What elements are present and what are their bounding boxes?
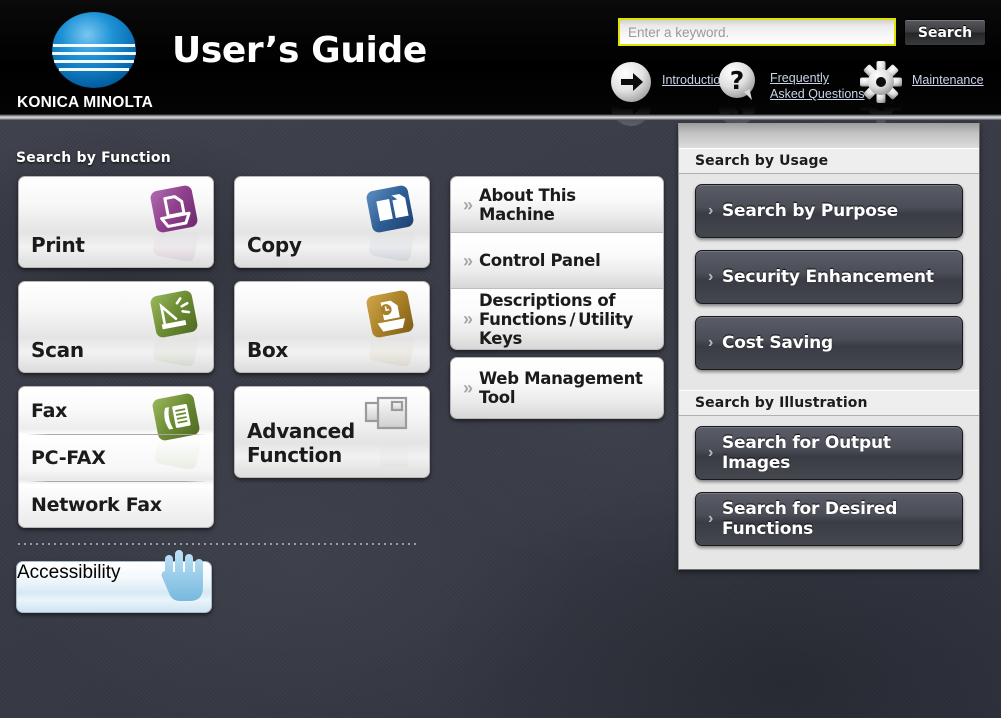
nav-maintenance-label[interactable]: Maintenance <box>912 72 984 88</box>
function-card-copy[interactable]: Copy <box>234 176 430 268</box>
fax-row-fax-label: Fax <box>31 399 68 422</box>
fax-row-pc-fax[interactable]: PC-FAX <box>19 434 215 481</box>
search-by-function-label: Search by Function <box>16 150 171 166</box>
search-input[interactable] <box>618 18 896 46</box>
menu-item-control-panel-label: Control Panel <box>479 251 601 270</box>
nav-faq[interactable]: ? ? Frequently Asked Questions <box>716 60 866 126</box>
function-card-scan[interactable]: Scan <box>18 281 214 373</box>
chevron-right-icon: › <box>708 268 714 285</box>
function-card-scan-label: Scan <box>31 338 84 362</box>
search-by-illustration-group: › Search for Output Images › Search for … <box>679 416 979 566</box>
icon-reflection <box>363 327 419 367</box>
header-divider <box>0 114 1001 120</box>
users-guide-page: KONICA MINOLTA User’s Guide Search <box>0 0 1001 718</box>
copy-document-icon <box>361 183 421 262</box>
menu-item-web-management-tool[interactable]: » Web Management Tool <box>451 358 663 418</box>
menu-item-about-this-machine-label: About This Machine <box>479 185 576 224</box>
page-title: User’s Guide <box>172 30 427 71</box>
section-divider-dotted <box>16 543 416 545</box>
double-chevron-right-icon: » <box>463 378 474 398</box>
printer-icon <box>145 183 205 262</box>
function-card-fax-group: Fax PC-FAX Network Fax <box>18 386 214 528</box>
chevron-right-icon: › <box>708 444 714 461</box>
double-chevron-right-icon: » <box>463 250 474 271</box>
fax-row-pc-fax-label: PC-FAX <box>31 446 106 469</box>
menu-item-control-panel[interactable]: » Control Panel <box>451 233 663 289</box>
nav-maintenance[interactable]: Maintenance <box>858 60 984 127</box>
function-card-box-label: Box <box>247 338 288 362</box>
page-header: KONICA MINOLTA User’s Guide Search <box>0 0 1001 127</box>
search-by-usage-group: › Search by Purpose › Security Enhanceme… <box>679 174 979 390</box>
sidebar-button-search-for-output-images-label: Search for Output Images <box>722 433 891 473</box>
center-menu-group: » About This Machine » Control Panel » D… <box>450 176 664 350</box>
konica-minolta-globe-logo <box>46 11 142 92</box>
menu-item-about-this-machine[interactable]: » About This Machine <box>451 177 663 233</box>
sidebar-button-search-by-purpose-label: Search by Purpose <box>722 201 898 221</box>
icon-reflection <box>363 222 419 262</box>
sidebar-button-search-by-purpose[interactable]: › Search by Purpose <box>695 184 963 238</box>
search-by-illustration-heading: Search by Illustration <box>679 390 979 416</box>
hand-pointer-icon <box>147 548 205 619</box>
search-button[interactable]: Search <box>904 19 986 46</box>
brand-wordmark: KONICA MINOLTA <box>17 94 153 111</box>
chevron-right-icon: › <box>708 202 714 219</box>
sidebar-button-search-for-desired-functions[interactable]: › Search for Desired Functions <box>695 492 963 546</box>
double-chevron-right-icon: » <box>463 309 474 329</box>
gear-icon <box>858 60 904 127</box>
center-menu-group-web: » Web Management Tool <box>450 357 664 419</box>
menu-item-descriptions-of-functions-label: Descriptions of Functions / Utility Keys <box>479 290 633 348</box>
question-mark-bubble-icon: ? ? <box>716 60 762 126</box>
sidebar-top-bar <box>679 123 979 148</box>
function-card-accessibility[interactable]: Accessibility <box>16 550 212 613</box>
nav-introduction[interactable]: Introduction <box>608 60 727 126</box>
function-card-advanced-function-label: Advanced Function <box>247 419 355 467</box>
search-bar: Search <box>618 18 986 46</box>
brand-logo: KONICA MINOLTA <box>10 11 160 111</box>
sidebar-button-security-enhancement-label: Security Enhancement <box>722 267 934 287</box>
function-card-box[interactable]: Box <box>234 281 430 373</box>
function-card-advanced-function[interactable]: Advanced Function <box>234 386 430 478</box>
fax-row-network-fax[interactable]: Network Fax <box>19 481 215 528</box>
function-card-print[interactable]: Print <box>18 176 214 268</box>
scanner-icon <box>145 288 205 367</box>
sidebar-button-search-for-output-images[interactable]: › Search for Output Images <box>695 426 963 480</box>
right-sidebar: Search by Usage › Search by Purpose › Se… <box>678 123 980 570</box>
function-card-print-label: Print <box>31 233 85 257</box>
sidebar-button-cost-saving[interactable]: › Cost Saving <box>695 316 963 370</box>
sidebar-button-search-for-desired-functions-label: Search for Desired Functions <box>722 499 898 539</box>
nav-faq-label[interactable]: Frequently Asked Questions <box>770 70 866 102</box>
function-card-copy-label: Copy <box>247 233 302 257</box>
menu-item-descriptions-of-functions[interactable]: » Descriptions of Functions / Utility Ke… <box>451 289 663 349</box>
svg-text:?: ? <box>730 66 745 95</box>
sidebar-button-security-enhancement[interactable]: › Security Enhancement <box>695 250 963 304</box>
box-storage-icon <box>361 288 421 367</box>
icon-reflection <box>147 327 203 367</box>
chevron-right-icon: › <box>708 510 714 527</box>
fax-row-fax[interactable]: Fax <box>19 387 215 434</box>
search-by-usage-heading: Search by Usage <box>679 148 979 174</box>
arrow-right-circle-icon <box>608 60 654 126</box>
menu-item-web-management-tool-label: Web Management Tool <box>479 369 643 407</box>
sidebar-button-cost-saving-label: Cost Saving <box>722 333 834 353</box>
icon-reflection <box>147 222 203 262</box>
fax-row-network-fax-label: Network Fax <box>31 493 162 516</box>
chevron-right-icon: › <box>708 334 714 351</box>
double-chevron-right-icon: » <box>463 194 474 215</box>
